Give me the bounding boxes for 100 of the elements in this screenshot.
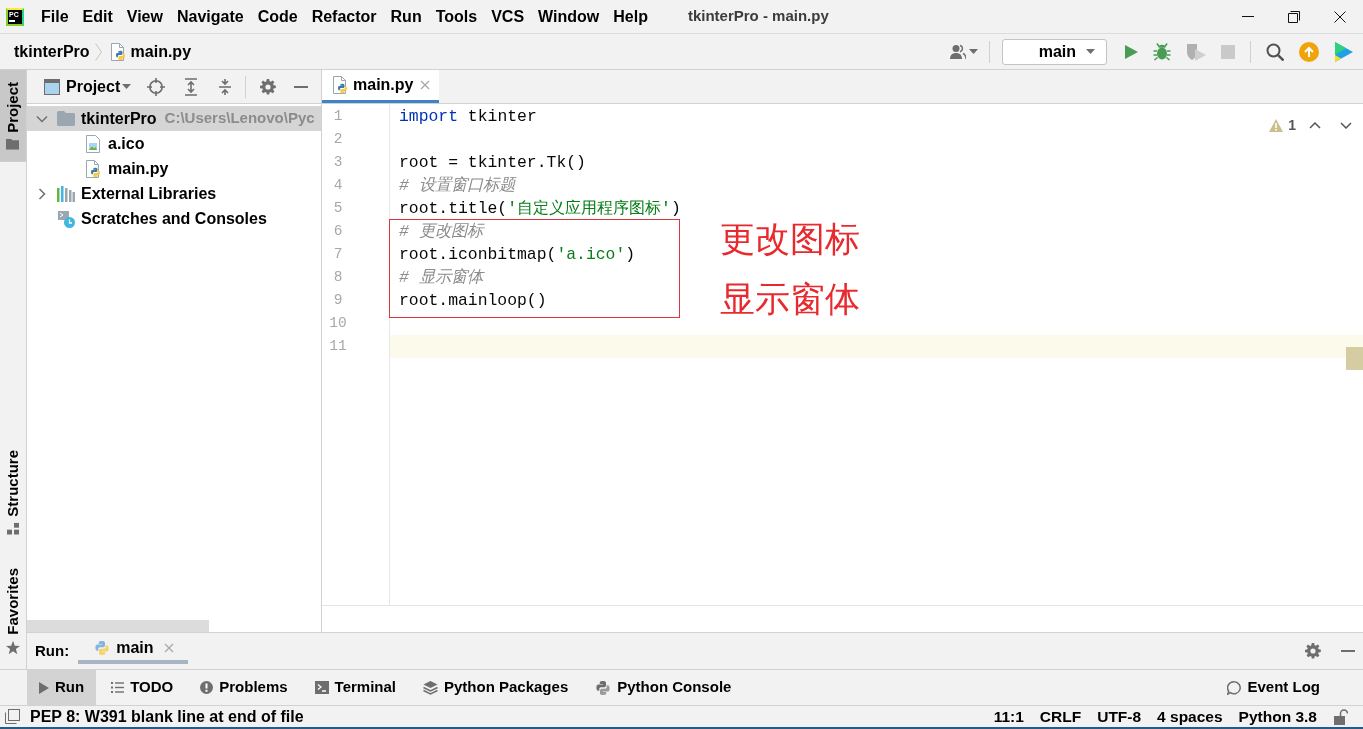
run-icon[interactable]: [1124, 43, 1138, 60]
tree-item[interactable]: a.ico: [27, 131, 321, 156]
user-icon[interactable]: [950, 43, 966, 60]
collapse-all-icon[interactable]: [217, 77, 234, 96]
line-number: 1: [332, 107, 344, 126]
code-line: # 显示窗体: [399, 268, 483, 287]
window-icon: [44, 78, 60, 95]
triangle-logo-icon[interactable]: [1334, 40, 1354, 63]
tool-window-tab[interactable]: Run: [27, 670, 97, 705]
speech-bubble-icon: [1227, 680, 1242, 695]
code-line: # 设置窗口标题: [399, 176, 515, 195]
unlocked-icon[interactable]: [1334, 708, 1348, 725]
annotation-note: 显示窗体: [720, 282, 860, 317]
folder-icon: [57, 111, 75, 126]
window-title: tkinterPro - main.py: [687, 6, 829, 27]
status-item[interactable]: UTF-8: [1089, 704, 1150, 727]
tool-window-tab[interactable]: Python Console: [583, 670, 744, 705]
structure-icon: [7, 522, 19, 535]
status-item[interactable]: CRLF: [1031, 704, 1090, 727]
python-file-icon: [332, 76, 348, 94]
tree-item[interactable]: main.py: [27, 156, 321, 181]
code-line: root.mainloop(): [399, 291, 547, 310]
chevron-right-icon[interactable]: [36, 187, 48, 200]
caret-icon[interactable]: [969, 49, 978, 54]
menu-item[interactable]: View: [119, 6, 170, 27]
minimize-icon[interactable]: [294, 85, 309, 88]
tool-window-tab[interactable]: TODO: [99, 670, 186, 705]
annotation-note: 更改图标: [720, 222, 860, 257]
caret-icon[interactable]: [122, 84, 132, 89]
line-number: 10: [328, 314, 348, 333]
chevron-up-icon[interactable]: [1309, 122, 1321, 129]
settings-icon[interactable]: [1305, 643, 1321, 659]
status-item[interactable]: Python 3.8: [1230, 704, 1325, 727]
code-line: root.iconbitmap('a.ico'): [399, 245, 636, 264]
play-icon: [39, 681, 49, 694]
menu-item[interactable]: Edit: [75, 6, 120, 27]
editor-tab[interactable]: main.py: [322, 70, 440, 103]
tool-window-tab[interactable]: Event Log: [1215, 670, 1332, 705]
menu-item[interactable]: Navigate: [169, 6, 251, 27]
tool-window-tab[interactable]: Terminal: [302, 670, 408, 705]
menu-item[interactable]: File: [34, 6, 76, 27]
process-tab[interactable]: main: [78, 633, 188, 664]
code-line: # 更改图标: [399, 222, 483, 241]
code-line: root = tkinter.Tk(): [399, 153, 586, 172]
locate-icon[interactable]: [147, 77, 166, 96]
tool-window-tab[interactable]: Structure: [0, 437, 26, 547]
line-number: 5: [332, 199, 344, 218]
status-message: PEP 8: W391 blank line at end of file: [30, 706, 304, 727]
folder-path: C:\Users\Lenovo\Pyc: [164, 108, 315, 129]
line-number: 7: [332, 245, 344, 264]
horizontal-scrollbar[interactable]: [27, 620, 209, 632]
menu-item[interactable]: VCS: [484, 6, 532, 27]
tree-item[interactable]: tkinterPro C:\Users\Lenovo\Pyc: [27, 106, 321, 131]
menu-item[interactable]: Refactor: [304, 6, 384, 27]
status-item[interactable]: 4 spaces: [1149, 704, 1231, 727]
expand-all-icon[interactable]: [183, 77, 200, 96]
tool-windows-icon[interactable]: [5, 709, 20, 724]
run-panel-title: Run:: [35, 640, 70, 661]
caret-icon[interactable]: [1086, 49, 1095, 54]
exclamation-circle-icon: [200, 681, 214, 694]
line-number: 3: [332, 153, 344, 172]
star-icon: [6, 641, 20, 655]
terminal-icon: [314, 681, 329, 694]
close-icon[interactable]: [1334, 10, 1346, 23]
chevron-down-icon[interactable]: [1340, 122, 1352, 129]
search-icon[interactable]: [1266, 42, 1284, 61]
run-configuration-dropdown[interactable]: main: [1002, 38, 1107, 65]
folder-icon: [6, 138, 20, 150]
menu-item[interactable]: Code: [250, 6, 305, 27]
menu-item[interactable]: Window: [531, 6, 607, 27]
tree-item[interactable]: External Libraries: [27, 181, 321, 206]
breadcrumb-item[interactable]: main.py: [109, 39, 192, 64]
scratch-clock-icon: [57, 209, 75, 228]
line-number: 6: [332, 222, 344, 241]
line-number: 2: [332, 130, 344, 149]
warning-count[interactable]: 1: [1288, 115, 1296, 136]
tool-window-tab[interactable]: Python Packages: [411, 670, 581, 705]
settings-icon[interactable]: [260, 78, 277, 95]
python-file-icon: [85, 159, 101, 178]
bug-icon[interactable]: [1153, 42, 1171, 61]
tool-window-tab[interactable]: Favorites: [0, 556, 26, 667]
breadcrumb-item[interactable]: tkinterPro: [14, 39, 90, 64]
code-line: root.title('自定义应用程序图标'): [399, 199, 681, 218]
line-number: 4: [332, 176, 344, 195]
python-file-icon: [109, 42, 126, 61]
line-number: 8: [332, 268, 344, 287]
menu-item[interactable]: Help: [606, 6, 655, 27]
layers-icon: [423, 680, 438, 695]
line-number: 11: [328, 337, 348, 356]
menu-item[interactable]: Tools: [428, 6, 485, 27]
menu-item[interactable]: Run: [383, 6, 429, 27]
restore-icon[interactable]: [1288, 10, 1300, 23]
status-item[interactable]: 11:1: [985, 704, 1032, 727]
python-icon: [595, 679, 612, 696]
list-icon: [111, 682, 125, 693]
tool-window-tab[interactable]: Problems: [188, 670, 300, 705]
library-bars-icon: [57, 185, 75, 202]
tree-item[interactable]: Scratches and Consoles: [27, 206, 321, 231]
warning-stripe-marker[interactable]: [1346, 347, 1363, 370]
tool-window-tab[interactable]: Project: [0, 70, 26, 162]
